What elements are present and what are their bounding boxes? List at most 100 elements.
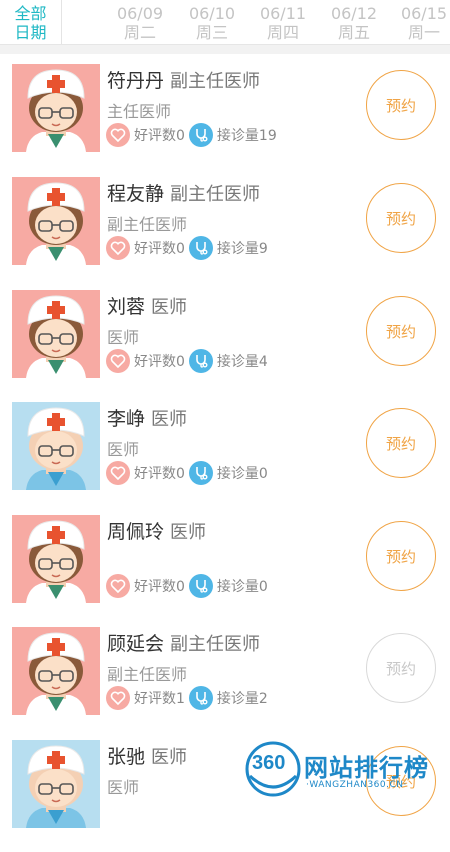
- doctor-stats: 好评数1 接诊量2: [106, 685, 268, 711]
- doctor-row[interactable]: 李峥 医师 医师 好评数0 接诊量0 预约: [0, 402, 450, 514]
- doctor-title: 医师: [151, 409, 188, 430]
- good-review-count: 好评数0: [134, 241, 185, 257]
- avatar-icon: [26, 295, 86, 378]
- doctor-title: 副主任医师: [170, 71, 261, 92]
- good-review-count: 好评数0: [134, 466, 185, 482]
- female-nurse-avatar: [12, 627, 100, 715]
- weekday-label: 周一: [407, 23, 440, 42]
- doctor-row[interactable]: 周佩玲 医师 好评数0 接诊量0 预约: [0, 515, 450, 627]
- date-label: 06/12: [330, 4, 378, 23]
- book-appointment-button[interactable]: 预约: [366, 408, 436, 478]
- site-watermark: 360 网站排行榜 ·WANGZHAN360.CN·: [244, 738, 450, 800]
- visit-count: 接诊量4: [216, 354, 268, 370]
- doctor-name: 周佩玲: [107, 521, 165, 543]
- date-tab[interactable]: 06/12 周五: [319, 0, 389, 44]
- visit-count: 接诊量0: [216, 579, 268, 595]
- stethoscope-icon: [188, 236, 213, 260]
- doctor-row[interactable]: 刘蓉 医师 医师 好评数0 接诊量4 预约: [0, 290, 450, 402]
- book-appointment-button[interactable]: 预约: [366, 521, 436, 591]
- avatar-icon: [26, 745, 86, 828]
- doctor-row[interactable]: 顾延会 副主任医师 副主任医师 好评数1 接诊量2 预约: [0, 627, 450, 739]
- watermark-url: ·WANGZHAN360.CN·: [306, 780, 407, 790]
- stethoscope-icon: [188, 686, 213, 710]
- avatar-icon: [26, 520, 86, 603]
- good-review-count: 好评数1: [134, 691, 185, 707]
- doctor-name: 李峥: [107, 408, 146, 430]
- doctor-name: 程友静: [107, 183, 165, 205]
- date-label: 06/10: [188, 4, 236, 23]
- date-label: 06/15: [400, 4, 448, 23]
- doctor-title: 医师: [151, 747, 188, 768]
- date-tab[interactable]: 06/09 周二: [105, 0, 175, 44]
- male-doctor-avatar: [12, 402, 100, 490]
- heart-icon: [106, 236, 130, 260]
- doctor-stats: 好评数0 接诊量4: [106, 348, 268, 374]
- doctor-position: 医师: [107, 440, 140, 459]
- stethoscope-icon: [188, 349, 213, 373]
- date-filter-bar: 全部 日期 06/09 周二 06/10 周三 06/11 周四 06/12 周…: [0, 0, 450, 45]
- book-appointment-button[interactable]: 预约: [366, 296, 436, 366]
- doctor-stats: 好评数0 接诊量19: [106, 122, 277, 148]
- doctor-name: 符丹丹: [107, 70, 165, 92]
- book-appointment-button[interactable]: 预约: [366, 70, 436, 140]
- female-nurse-avatar: [12, 177, 100, 265]
- doctor-name: 张驰: [107, 746, 146, 768]
- avatar-icon: [26, 407, 86, 490]
- doctor-name: 刘蓉: [107, 296, 146, 318]
- stethoscope-icon: [188, 461, 213, 485]
- book-appointment-button[interactable]: 预约: [366, 183, 436, 253]
- female-nurse-avatar: [12, 515, 100, 603]
- doctor-stats: 好评数0 接诊量0: [106, 460, 268, 486]
- good-review-count: 好评数0: [134, 354, 185, 370]
- weekday-label: 周二: [123, 23, 156, 42]
- male-doctor-avatar: [12, 740, 100, 828]
- visit-count: 接诊量0: [216, 466, 268, 482]
- avatar-icon: [26, 182, 86, 265]
- stethoscope-icon: [188, 574, 213, 598]
- doctor-name: 顾延会: [107, 633, 165, 655]
- all-dates-label-line1: 全部: [14, 4, 47, 23]
- weekday-label: 周五: [337, 23, 370, 42]
- good-review-count: 好评数0: [134, 128, 185, 144]
- heart-icon: [106, 461, 130, 485]
- all-dates-tab[interactable]: 全部 日期: [0, 0, 62, 44]
- doctor-title: 副主任医师: [170, 184, 261, 205]
- logo-360-text: 360: [252, 752, 286, 774]
- date-tab[interactable]: 06/11 周四: [248, 0, 318, 44]
- all-dates-label-line2: 日期: [14, 23, 47, 42]
- stethoscope-icon: [188, 123, 213, 147]
- heart-icon: [106, 123, 130, 147]
- weekday-label: 周三: [195, 23, 228, 42]
- visit-count: 接诊量2: [216, 691, 268, 707]
- doctor-title: 医师: [170, 522, 207, 543]
- doctor-position: 副主任医师: [107, 215, 188, 234]
- doctor-row[interactable]: 程友静 副主任医师 副主任医师 好评数0 接诊量9 预约: [0, 177, 450, 289]
- doctor-position: 医师: [107, 328, 140, 347]
- date-label: 06/11: [259, 4, 307, 23]
- doctor-position: 医师: [107, 778, 140, 797]
- visit-count: 接诊量9: [216, 241, 268, 257]
- divider-band: [0, 45, 450, 54]
- doctor-position: 副主任医师: [107, 665, 188, 684]
- good-review-count: 好评数0: [134, 579, 185, 595]
- weekday-label: 周四: [266, 23, 299, 42]
- date-tab[interactable]: 06/15 周一: [389, 0, 450, 44]
- heart-icon: [106, 574, 130, 598]
- avatar-icon: [26, 69, 86, 152]
- female-nurse-avatar: [12, 290, 100, 378]
- doctor-position: 主任医师: [107, 102, 172, 121]
- doctor-stats: 好评数0 接诊量9: [106, 235, 268, 261]
- avatar-icon: [26, 632, 86, 715]
- date-tab[interactable]: 06/10 周三: [177, 0, 247, 44]
- watermark-title: 网站排行榜: [304, 754, 429, 782]
- doctor-title: 医师: [151, 297, 188, 318]
- book-appointment-button[interactable]: 预约: [366, 633, 436, 703]
- doctor-title: 副主任医师: [170, 634, 261, 655]
- doctor-stats: 好评数0 接诊量0: [106, 573, 268, 599]
- heart-icon: [106, 686, 130, 710]
- visit-count: 接诊量19: [216, 128, 277, 144]
- female-nurse-avatar: [12, 64, 100, 152]
- date-label: 06/09: [116, 4, 164, 23]
- heart-icon: [106, 349, 130, 373]
- doctor-row[interactable]: 符丹丹 副主任医师 主任医师 好评数0 接诊量19 预约: [0, 64, 450, 176]
